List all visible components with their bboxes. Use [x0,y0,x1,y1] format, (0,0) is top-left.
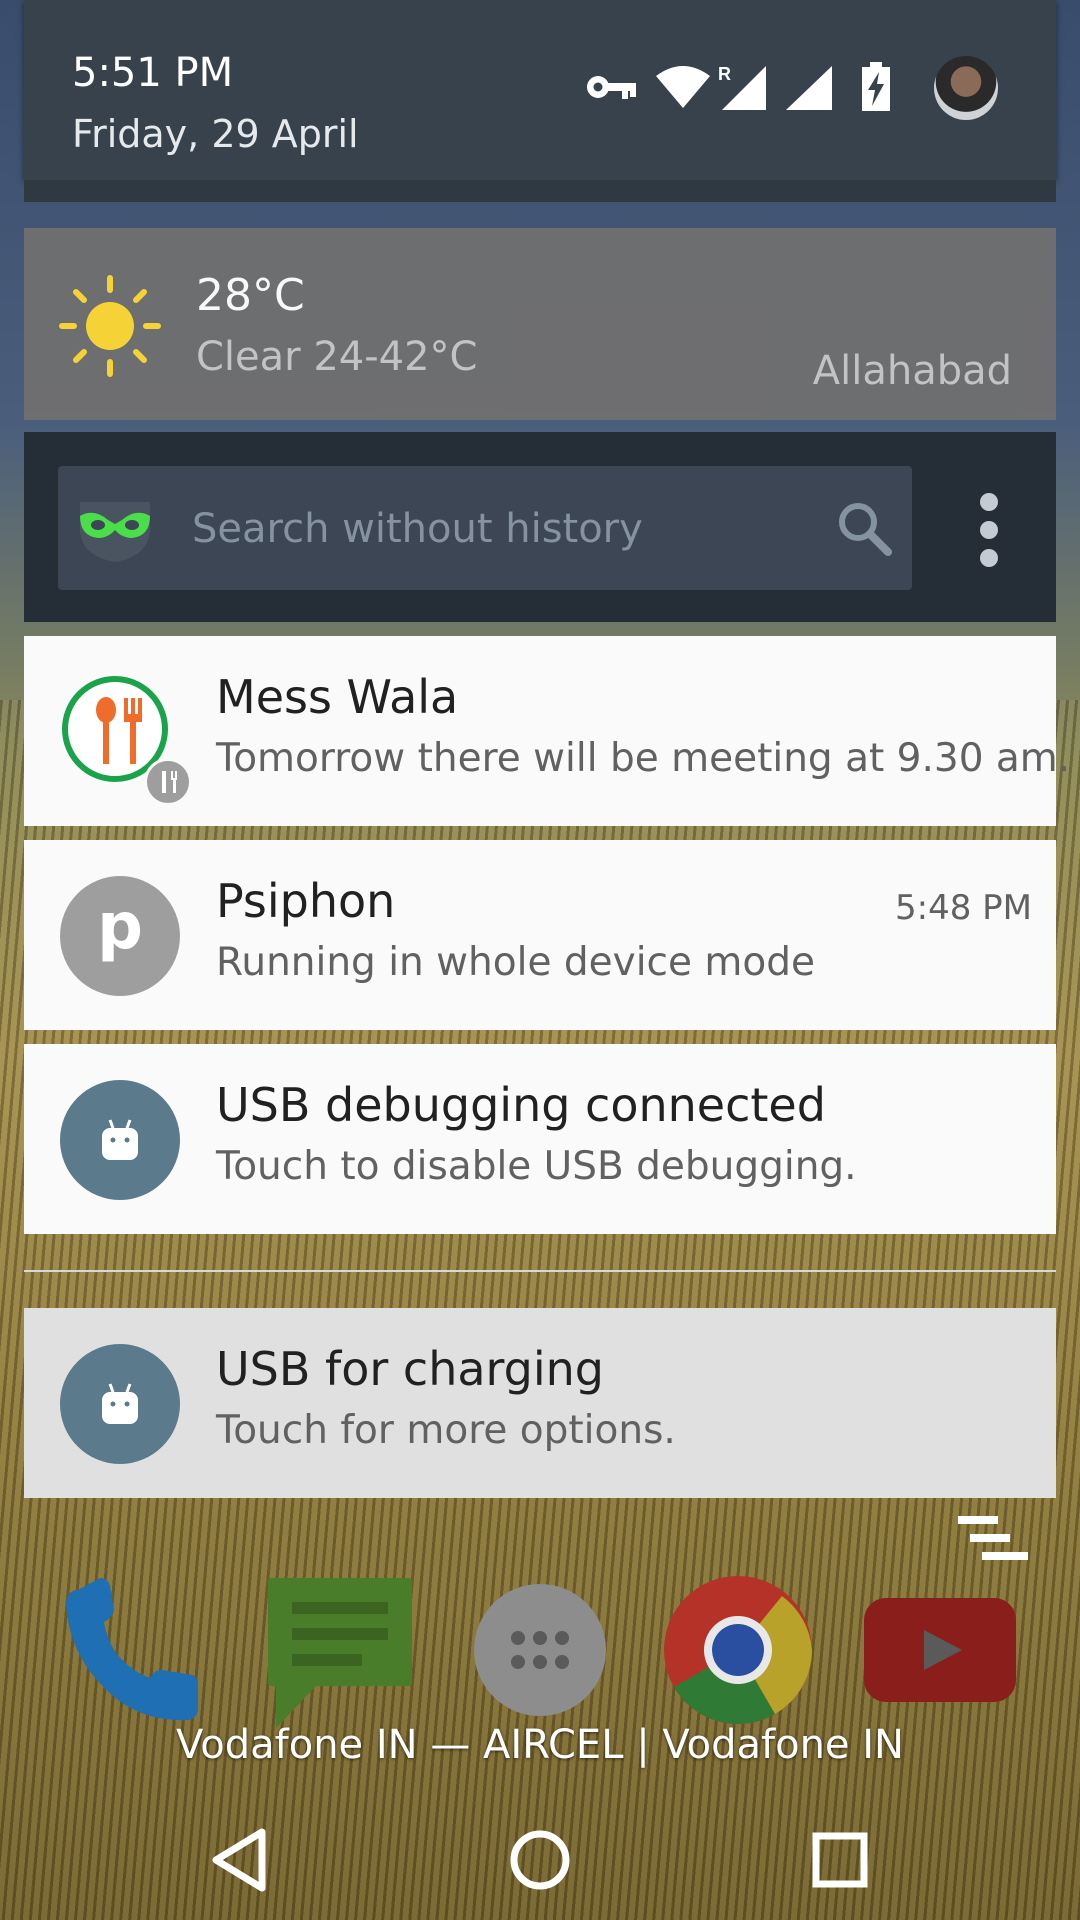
sun-icon [59,275,161,377]
psiphon-icon: p [60,876,180,996]
notification-usb-charging[interactable]: USB for charging Touch for more options. [24,1308,1056,1498]
notification-header: 5:51 PM Friday, 29 April R [24,0,1056,180]
notification-usb-debugging[interactable]: USB debugging connected Touch to disable… [24,1044,1056,1234]
notification-text: Running in whole device mode [216,940,815,985]
notification-text: Touch to disable USB debugging. [216,1144,857,1189]
notification-psiphon[interactable]: p Psiphon 5:48 PM Running in whole devic… [24,840,1056,1030]
notification-mess-wala[interactable]: Mess Wala Tomorrow there will be meeting… [24,636,1070,826]
youtube-icon[interactable] [862,1596,1018,1704]
clear-all-icon[interactable] [956,1512,1032,1570]
cell-signal-roaming-icon: R [718,64,766,110]
clock: 5:51 PM [72,50,234,96]
header-shadow-strip [24,180,1056,202]
notification-time: 5:48 PM [895,888,1032,928]
psiphon-icon-letter: p [97,890,143,964]
battery-charging-icon [862,62,890,111]
notification-title: USB debugging connected [216,1078,826,1132]
weather-card[interactable]: 28°C Clear 24-42°C Allahabad [24,228,1056,420]
incognito-mask-icon [80,502,150,562]
more-options-icon[interactable] [974,492,1004,568]
weather-condition: Clear 24-42°C [196,334,478,380]
carrier-label: Vodafone IN — AIRCEL | Vodafone IN [176,1722,904,1768]
home-button[interactable] [490,1810,590,1910]
date[interactable]: Friday, 29 April [72,112,359,156]
back-button[interactable] [192,1810,292,1910]
search-notification: Search without history [24,432,1056,622]
roaming-label: R [718,64,731,84]
user-avatar[interactable] [934,56,998,120]
mess-wala-small-badge-icon [144,758,192,806]
phone-icon[interactable] [58,1570,218,1730]
app-drawer-icon[interactable] [472,1582,608,1718]
search-input[interactable]: Search without history [58,466,912,590]
notification-divider [24,1270,1056,1272]
search-placeholder: Search without history [192,506,643,552]
wifi-icon [656,66,710,108]
weather-city: Allahabad [812,348,1012,394]
notification-title: USB for charging [216,1342,604,1396]
weather-temperature: 28°C [196,270,305,321]
notification-title: Psiphon [216,874,396,928]
android-icon [60,1080,180,1200]
recents-button[interactable] [790,1810,890,1910]
notification-title: Mess Wala [216,670,459,724]
cell-signal-icon [786,66,832,110]
vpn-key-icon [587,76,636,99]
notification-text: Touch for more options. [216,1408,676,1453]
search-icon[interactable] [834,498,894,558]
notification-text: Tomorrow there will be meeting at 9.30 a… [216,736,1071,781]
chrome-icon[interactable] [662,1574,814,1726]
messages-icon[interactable] [262,1572,418,1734]
android-icon [60,1344,180,1464]
